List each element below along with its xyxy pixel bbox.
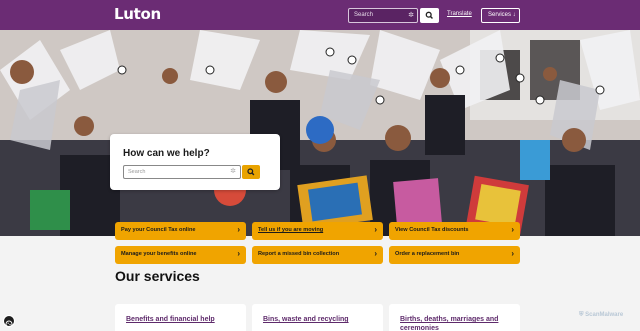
help-title: How can we help?: [123, 148, 210, 159]
service-card-benefits[interactable]: Benefits and financial help: [115, 304, 246, 331]
luton-logo[interactable]: Luton: [114, 5, 161, 23]
gear-icon: ✲: [230, 168, 236, 175]
help-search-placeholder: Search: [128, 169, 146, 175]
search-icon: [425, 11, 433, 19]
chevron-right-icon: ›: [511, 249, 514, 258]
help-search-input[interactable]: Search ✲: [123, 165, 241, 179]
quick-link-council-tax-discounts[interactable]: View Council Tax discounts ›: [389, 222, 520, 240]
site-header: Luton Search ✲ Translate Services ↓: [0, 0, 640, 30]
header-search-placeholder: Search: [354, 12, 374, 18]
chevron-right-icon: ›: [237, 249, 240, 258]
chevron-right-icon: ›: [511, 225, 514, 234]
help-search-card: How can we help? Search ✲: [110, 134, 280, 190]
quick-link-label: View Council Tax discounts: [395, 227, 469, 233]
quick-link-manage-benefits[interactable]: Manage your benefits online ›: [115, 246, 246, 264]
quick-link-moving[interactable]: Tell us if you are moving ›: [252, 222, 383, 240]
services-menu-button[interactable]: Services ↓: [481, 8, 520, 23]
chevron-right-icon: ›: [374, 225, 377, 234]
help-search-button[interactable]: [242, 165, 260, 179]
header-search: Search ✲: [348, 8, 439, 23]
service-card-births-deaths[interactable]: Births, deaths, marriages and ceremonies: [389, 304, 520, 331]
search-icon: [247, 168, 255, 176]
chevron-right-icon: ›: [374, 249, 377, 258]
quick-link-label: Report a missed bin collection: [258, 251, 340, 257]
scanmalware-label: ScanMalware: [585, 312, 624, 318]
chevron-right-icon: ›: [237, 225, 240, 234]
quick-link-missed-bin[interactable]: Report a missed bin collection ›: [252, 246, 383, 264]
quick-link-pay-council-tax[interactable]: Pay your Council Tax online ›: [115, 222, 246, 240]
carnival-photo: [0, 30, 640, 236]
scanmalware-badge: ⛨ ScanMalware: [579, 312, 623, 319]
quick-link-label: Pay your Council Tax online: [121, 227, 196, 233]
cookie-icon: [5, 320, 13, 328]
hero-banner: How can we help? Search ✲: [0, 30, 640, 236]
quick-link-replacement-bin[interactable]: Order a replacement bin ›: [389, 246, 520, 264]
header-search-input[interactable]: Search ✲: [348, 8, 418, 23]
header-search-button[interactable]: [420, 8, 439, 23]
service-card-link[interactable]: Births, deaths, marriages and ceremonies: [400, 315, 515, 331]
cookie-settings-button[interactable]: [3, 315, 15, 328]
service-card-link[interactable]: Benefits and financial help: [126, 315, 215, 324]
our-services-heading: Our services: [115, 268, 200, 284]
service-card-link[interactable]: Bins, waste and recycling: [263, 315, 349, 324]
quick-link-label: Order a replacement bin: [395, 251, 460, 257]
service-card-bins[interactable]: Bins, waste and recycling: [252, 304, 383, 331]
quick-link-label: Manage your benefits online: [121, 251, 197, 257]
quick-link-label: Tell us if you are moving: [258, 227, 324, 233]
gear-icon: ✲: [408, 12, 414, 19]
translate-link[interactable]: Translate: [447, 11, 472, 17]
